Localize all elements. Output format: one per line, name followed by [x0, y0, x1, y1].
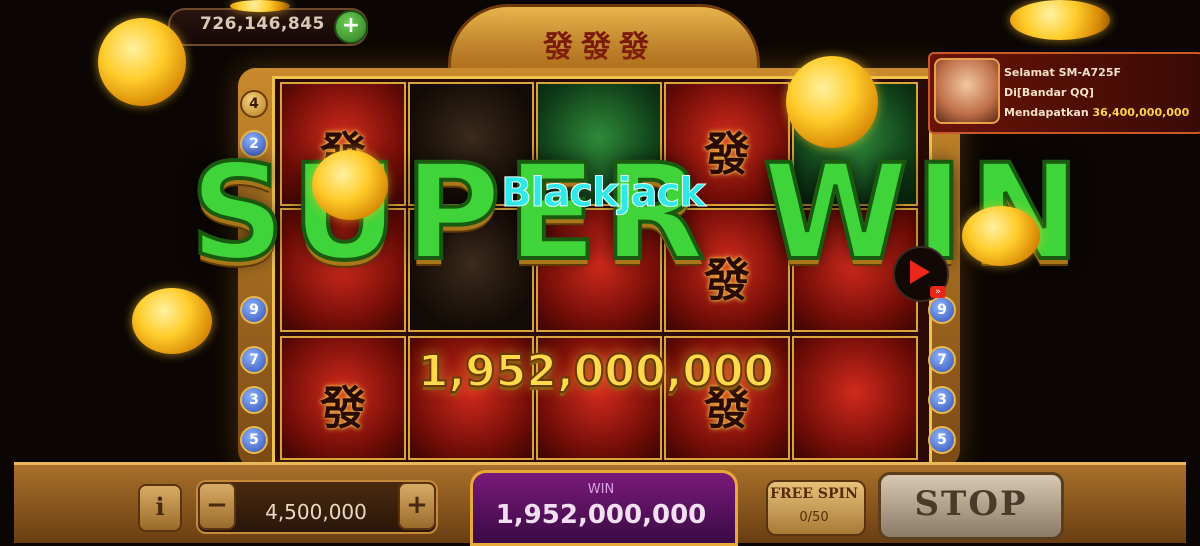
coin-icon: [786, 56, 878, 148]
line-marker-left: 9: [240, 296, 268, 324]
info-button[interactable]: i: [138, 484, 182, 532]
fa-symbol: 發: [320, 381, 366, 435]
line-marker-right: 9: [928, 296, 956, 324]
notification-label: Mendapatkan: [1004, 106, 1089, 119]
notification-user: SM-A725F: [1058, 66, 1122, 79]
win-amount: 1,952,000,000: [495, 500, 707, 530]
fast-forward-icon: »: [930, 286, 946, 298]
line-marker-left: 5: [240, 426, 268, 454]
win-amount-banner: 1,952,000,000: [417, 345, 775, 398]
notification-line-1: Selamat SM-A725F: [1004, 66, 1121, 79]
coin-icon: [312, 150, 388, 220]
bet-value: 4,500,000: [265, 500, 367, 524]
free-spin-label: FREE SPIN: [770, 486, 858, 502]
reel-cell: [792, 336, 918, 460]
coin-icon: [98, 18, 186, 106]
free-spin-count: 0/50: [799, 510, 829, 525]
coin-icon: [132, 288, 212, 354]
coin-icon: [1010, 0, 1110, 40]
line-marker-right: 5: [928, 426, 956, 454]
notification-greeting: Selamat: [1004, 66, 1055, 79]
notification-line-3: Mendapatkan 36,400,000,000: [1004, 106, 1189, 119]
coin-icon: [230, 0, 290, 12]
crown-title: 發發發: [543, 30, 657, 65]
line-marker-left: 3: [240, 386, 268, 414]
play-icon: [910, 260, 930, 284]
decrease-bet-button[interactable]: −: [198, 482, 236, 530]
line-marker-right: 3: [928, 386, 956, 414]
balance-value: 726,146,845: [200, 14, 325, 34]
coin-icon: [962, 206, 1040, 266]
notification-amount: 36,400,000,000: [1092, 106, 1190, 119]
blackjack-watermark: Blackjack: [501, 170, 707, 217]
reel-cell: 發: [280, 336, 406, 460]
line-marker-right: 7: [928, 346, 956, 374]
increase-bet-button[interactable]: +: [398, 482, 436, 530]
win-label: WIN: [587, 482, 615, 497]
notification-line-2: Di[Bandar QQ]: [1004, 86, 1094, 99]
stop-button[interactable]: STOP: [878, 472, 1064, 540]
line-marker-left: 4: [240, 90, 268, 118]
avatar: [934, 58, 1000, 124]
line-marker-left: 7: [240, 346, 268, 374]
add-balance-button[interactable]: +: [334, 10, 368, 44]
